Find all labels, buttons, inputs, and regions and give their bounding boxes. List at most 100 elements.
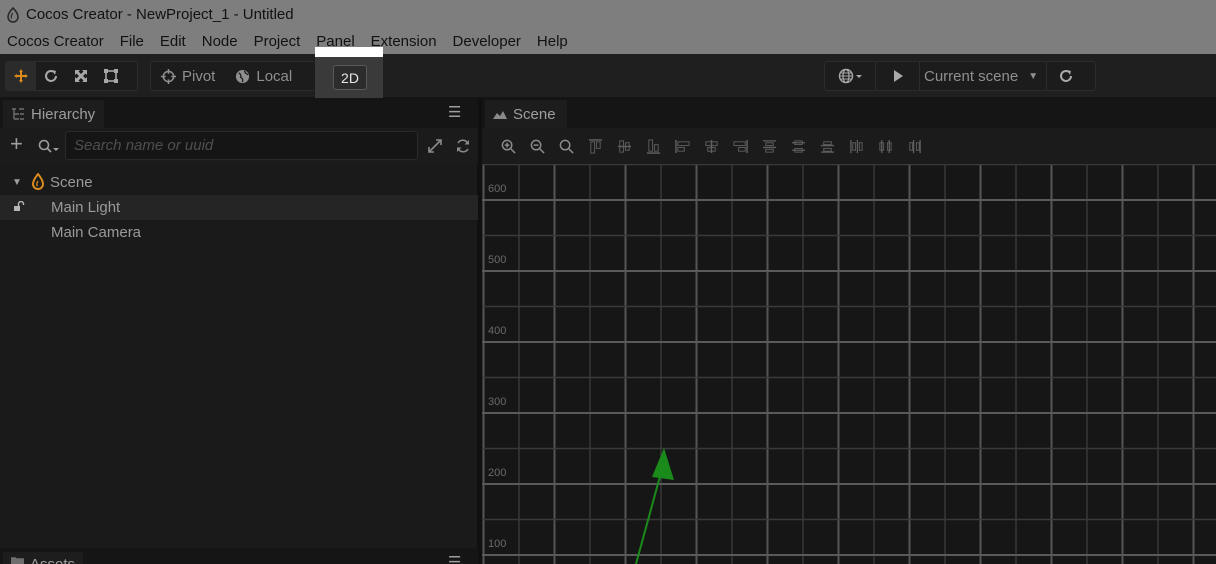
distribute-v-center-button[interactable] xyxy=(787,135,809,157)
distribute-h-center-button[interactable] xyxy=(874,135,896,157)
align-v-center-button[interactable] xyxy=(613,135,635,157)
zoom-out-icon xyxy=(530,139,545,154)
zoom-out-button[interactable] xyxy=(526,135,548,157)
tab-scene-label: Scene xyxy=(513,105,556,123)
scale-icon xyxy=(75,70,87,82)
pivot-local-group: Pivot Local xyxy=(150,61,315,91)
tab-hierarchy-label: Hierarchy xyxy=(31,105,96,123)
align-right-icon xyxy=(732,139,748,153)
rect-tool-button[interactable] xyxy=(96,62,126,90)
2d-mode-button[interactable]: 2D xyxy=(333,65,367,90)
distribute-left-icon xyxy=(849,139,863,153)
distribute-bottom-icon xyxy=(820,140,834,153)
align-top-button[interactable] xyxy=(584,135,606,157)
tab-hierarchy[interactable]: Hierarchy xyxy=(3,100,104,128)
tab-assets-label: Assets xyxy=(30,556,75,564)
ruler-label: 500 xyxy=(488,254,506,266)
scene-grid: 600 500 400 300 200 100 xyxy=(482,164,1216,564)
menu-edit[interactable]: Edit xyxy=(160,33,186,50)
align-top-icon xyxy=(588,138,602,154)
crosshair-icon xyxy=(161,68,176,84)
distribute-right-icon xyxy=(908,139,921,153)
cocos-logo-icon xyxy=(7,6,19,23)
ruler-label: 300 xyxy=(488,396,506,408)
align-right-button[interactable] xyxy=(729,135,751,157)
menu-developer[interactable]: Developer xyxy=(453,33,521,50)
hierarchy-icon xyxy=(12,108,24,120)
local-button[interactable]: Local xyxy=(225,62,302,90)
tab-scene[interactable]: Scene xyxy=(485,100,567,128)
hierarchy-tree: ▼ Scene Main Light Main Camera xyxy=(0,164,478,548)
scene-flame-icon xyxy=(31,173,45,190)
hierarchy-tab-bar: Hierarchy ☰ xyxy=(0,98,478,128)
zoom-reset-icon xyxy=(559,139,574,154)
distribute-left-button[interactable] xyxy=(845,135,867,157)
refresh-hierarchy-icon[interactable] xyxy=(455,138,471,154)
distribute-top-icon xyxy=(762,139,776,153)
scene-image-icon xyxy=(493,111,507,119)
align-v-center-icon xyxy=(617,139,631,153)
align-bottom-button[interactable] xyxy=(642,135,664,157)
zoom-reset-button[interactable] xyxy=(555,135,577,157)
menu-project[interactable]: Project xyxy=(254,33,301,50)
assets-menu-icon[interactable]: ☰ xyxy=(448,552,461,564)
pivot-button[interactable]: Pivot xyxy=(151,62,225,90)
2d-highlight-bar xyxy=(315,47,383,57)
scale-tool-button[interactable] xyxy=(66,62,96,90)
expand-arrow-icon[interactable]: ▼ xyxy=(12,177,22,188)
ruler-label: 600 xyxy=(488,183,506,195)
pivot-label: Pivot xyxy=(182,67,216,85)
tab-assets[interactable]: Assets xyxy=(3,552,83,564)
tree-item-main-light[interactable]: Main Light xyxy=(0,195,478,220)
expand-all-icon[interactable] xyxy=(427,138,443,154)
tree-item-label: Scene xyxy=(50,174,93,191)
distribute-bottom-button[interactable] xyxy=(816,135,838,157)
add-node-button[interactable]: + xyxy=(10,133,23,155)
hierarchy-search-input[interactable] xyxy=(65,131,418,160)
scene-select[interactable]: Current scene ▼ xyxy=(919,62,1048,90)
rotate-tool-button[interactable] xyxy=(36,62,66,90)
menu-help[interactable]: Help xyxy=(537,33,568,50)
distribute-right-button[interactable] xyxy=(903,135,925,157)
distribute-v-center-icon xyxy=(791,139,805,153)
preview-controls: Current scene ▼ xyxy=(824,61,1096,91)
lock-icon[interactable] xyxy=(13,201,25,211)
align-left-button[interactable] xyxy=(671,135,693,157)
move-gizmo-y-arrow[interactable] xyxy=(635,448,674,564)
ruler-label: 200 xyxy=(488,467,506,479)
grid-lines xyxy=(482,164,1216,564)
zoom-in-icon xyxy=(501,139,516,154)
scene-select-value: Current scene xyxy=(924,67,1019,85)
play-button[interactable] xyxy=(875,62,919,90)
main-toolbar: Pivot Local Current scene ▼ xyxy=(0,54,1216,98)
rect-transform-icon xyxy=(104,69,118,83)
align-left-icon xyxy=(674,139,690,153)
local-label: Local xyxy=(256,67,293,85)
caret-down-icon: ▼ xyxy=(1028,70,1039,82)
menu-node[interactable]: Node xyxy=(202,33,238,50)
distribute-top-button[interactable] xyxy=(758,135,780,157)
search-filter-icon[interactable] xyxy=(38,139,62,154)
move-icon xyxy=(14,69,28,83)
ruler-label: 100 xyxy=(488,538,506,550)
tree-item-label: Main Light xyxy=(51,199,121,216)
globe-icon xyxy=(236,69,250,83)
window-title: Cocos Creator - NewProject_1 - Untitled xyxy=(26,6,294,23)
menu-file[interactable]: File xyxy=(120,33,144,50)
tree-item-main-camera[interactable]: Main Camera xyxy=(0,220,478,245)
align-h-center-button[interactable] xyxy=(700,135,722,157)
menu-cocos-creator[interactable]: Cocos Creator xyxy=(7,33,104,50)
ruler-labels: 600 500 400 300 200 100 xyxy=(488,183,506,550)
platform-dropdown[interactable] xyxy=(825,62,875,90)
menu-bar: Cocos Creator File Edit Node Project Pan… xyxy=(0,29,1216,54)
window-title-bar: Cocos Creator - NewProject_1 - Untitled xyxy=(0,0,1216,29)
zoom-in-button[interactable] xyxy=(497,135,519,157)
hierarchy-menu-icon[interactable]: ☰ xyxy=(448,103,461,121)
refresh-preview-button[interactable] xyxy=(1047,62,1085,90)
scene-viewport[interactable]: 600 500 400 300 200 100 xyxy=(482,164,1216,564)
tree-item-label: Main Camera xyxy=(51,224,142,241)
tree-item-scene[interactable]: ▼ Scene xyxy=(0,170,478,195)
move-tool-button[interactable] xyxy=(6,62,36,90)
align-h-center-icon xyxy=(704,139,718,153)
globe-dropdown-icon xyxy=(838,68,862,84)
